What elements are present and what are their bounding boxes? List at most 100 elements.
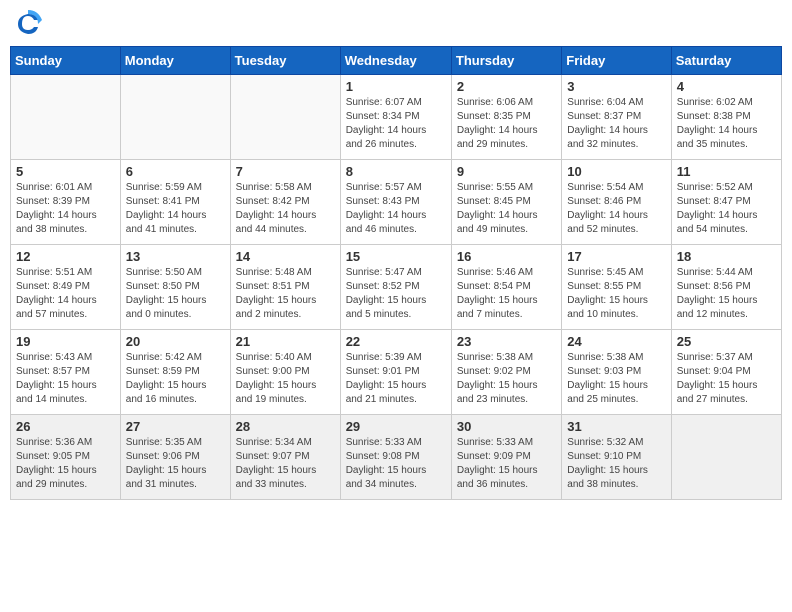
day-number: 5 (16, 164, 115, 179)
day-info: Sunrise: 5:38 AM Sunset: 9:02 PM Dayligh… (457, 351, 556, 407)
calendar-cell (671, 415, 781, 500)
weekday-header-tuesday: Tuesday (230, 47, 340, 75)
day-number: 1 (346, 79, 446, 94)
day-info: Sunrise: 5:58 AM Sunset: 8:42 PM Dayligh… (236, 181, 335, 237)
day-info: Sunrise: 6:02 AM Sunset: 8:38 PM Dayligh… (677, 96, 776, 152)
weekday-header-wednesday: Wednesday (340, 47, 451, 75)
calendar-cell: 26Sunrise: 5:36 AM Sunset: 9:05 PM Dayli… (11, 415, 121, 500)
day-info: Sunrise: 5:35 AM Sunset: 9:06 PM Dayligh… (126, 436, 225, 492)
day-number: 20 (126, 334, 225, 349)
page-header (10, 10, 782, 38)
calendar-cell: 19 Sunrise: 5:43 AM Sunset: 8:57 PM Dayli… (11, 330, 121, 415)
calendar-cell: 31 Sunrise: 5:32 AM Sunset: 9:10 PM Dayli… (562, 415, 671, 500)
day-info: Sunrise: 5:37 AM Sunset: 9:04 PM Dayligh… (677, 351, 776, 407)
day-number: 6 (126, 164, 225, 179)
day-info: Sunrise: 5:42 AM Sunset: 8:59 PM Dayligh… (126, 351, 225, 407)
day-info: Sunrise: 5:48 AM Sunset: 8:51 PM Dayligh… (236, 266, 335, 322)
day-info: Sunrise: 5:59 AM Sunset: 8:41 PM Dayligh… (126, 181, 225, 237)
calendar-cell: 1 Sunrise: 6:07 AM Sunset: 8:34 PM Daylig… (340, 75, 451, 160)
day-number: 22 (346, 334, 446, 349)
calendar-cell: 23 Sunrise: 5:38 AM Sunset: 9:02 PM Dayli… (451, 330, 561, 415)
day-info: Sunrise: 5:33 AM Sunset: 9:09 PM Dayligh… (457, 436, 556, 492)
day-number: 7 (236, 164, 335, 179)
day-number: 18 (677, 249, 776, 264)
day-info: Sunrise: 5:55 AM Sunset: 8:45 PM Dayligh… (457, 181, 556, 237)
day-number: 28 (236, 419, 335, 434)
day-number: 26 (16, 419, 115, 434)
day-number: 14 (236, 249, 335, 264)
calendar-cell: 11 Sunrise: 5:52 AM Sunset: 8:47 PM Dayli… (671, 160, 781, 245)
weekday-header-sunday: Sunday (11, 47, 121, 75)
day-info: Sunrise: 5:33 AM Sunset: 9:08 PM Dayligh… (346, 436, 446, 492)
weekday-header-monday: Monday (120, 47, 230, 75)
day-info: Sunrise: 5:43 AM Sunset: 8:57 PM Dayligh… (16, 351, 115, 407)
day-number: 29 (346, 419, 446, 434)
day-info: Sunrise: 5:39 AM Sunset: 9:01 PM Dayligh… (346, 351, 446, 407)
week-row-1: 1 Sunrise: 6:07 AM Sunset: 8:34 PM Daylig… (11, 75, 782, 160)
day-info: Sunrise: 5:50 AM Sunset: 8:50 PM Dayligh… (126, 266, 225, 322)
day-info: Sunrise: 5:38 AM Sunset: 9:03 PM Dayligh… (567, 351, 665, 407)
day-number: 2 (457, 79, 556, 94)
logo-icon (14, 10, 42, 38)
calendar-cell: 4 Sunrise: 6:02 AM Sunset: 8:38 PM Daylig… (671, 75, 781, 160)
weekday-header-saturday: Saturday (671, 47, 781, 75)
calendar-cell: 14 Sunrise: 5:48 AM Sunset: 8:51 PM Dayli… (230, 245, 340, 330)
day-number: 4 (677, 79, 776, 94)
week-row-2: 5 Sunrise: 6:01 AM Sunset: 8:39 PM Daylig… (11, 160, 782, 245)
calendar-cell: 3Sunrise: 6:04 AM Sunset: 8:37 PM Daylig… (562, 75, 671, 160)
calendar-cell: 12Sunrise: 5:51 AM Sunset: 8:49 PM Dayli… (11, 245, 121, 330)
week-row-5: 26Sunrise: 5:36 AM Sunset: 9:05 PM Dayli… (11, 415, 782, 500)
day-info: Sunrise: 6:07 AM Sunset: 8:34 PM Dayligh… (346, 96, 446, 152)
day-number: 8 (346, 164, 446, 179)
calendar-cell: 22 Sunrise: 5:39 AM Sunset: 9:01 PM Dayli… (340, 330, 451, 415)
calendar-cell: 6 Sunrise: 5:59 AM Sunset: 8:41 PM Daylig… (120, 160, 230, 245)
day-number: 13 (126, 249, 225, 264)
calendar-cell: 2Sunrise: 6:06 AM Sunset: 8:35 PM Daylig… (451, 75, 561, 160)
calendar-cell: 13 Sunrise: 5:50 AM Sunset: 8:50 PM Dayli… (120, 245, 230, 330)
calendar-cell: 30 Sunrise: 5:33 AM Sunset: 9:09 PM Dayli… (451, 415, 561, 500)
day-info: Sunrise: 5:44 AM Sunset: 8:56 PM Dayligh… (677, 266, 776, 322)
logo (14, 10, 46, 38)
calendar-cell: 16Sunrise: 5:46 AM Sunset: 8:54 PM Dayli… (451, 245, 561, 330)
day-info: Sunrise: 5:34 AM Sunset: 9:07 PM Dayligh… (236, 436, 335, 492)
calendar-cell: 24 Sunrise: 5:38 AM Sunset: 9:03 PM Dayli… (562, 330, 671, 415)
calendar-cell (120, 75, 230, 160)
day-number: 12 (16, 249, 115, 264)
calendar-cell (11, 75, 121, 160)
day-number: 17 (567, 249, 665, 264)
calendar-cell: 17Sunrise: 5:45 AM Sunset: 8:55 PM Dayli… (562, 245, 671, 330)
calendar-cell: 10 Sunrise: 5:54 AM Sunset: 8:46 PM Dayli… (562, 160, 671, 245)
day-info: Sunrise: 6:04 AM Sunset: 8:37 PM Dayligh… (567, 96, 665, 152)
day-info: Sunrise: 6:01 AM Sunset: 8:39 PM Dayligh… (16, 181, 115, 237)
calendar-cell: 9 Sunrise: 5:55 AM Sunset: 8:45 PM Daylig… (451, 160, 561, 245)
day-number: 25 (677, 334, 776, 349)
day-number: 11 (677, 164, 776, 179)
weekday-header-thursday: Thursday (451, 47, 561, 75)
day-number: 9 (457, 164, 556, 179)
day-info: Sunrise: 5:40 AM Sunset: 9:00 PM Dayligh… (236, 351, 335, 407)
day-number: 23 (457, 334, 556, 349)
day-number: 31 (567, 419, 665, 434)
day-number: 27 (126, 419, 225, 434)
calendar-cell: 27 Sunrise: 5:35 AM Sunset: 9:06 PM Dayli… (120, 415, 230, 500)
day-info: Sunrise: 5:54 AM Sunset: 8:46 PM Dayligh… (567, 181, 665, 237)
day-info: Sunrise: 5:32 AM Sunset: 9:10 PM Dayligh… (567, 436, 665, 492)
week-row-4: 19 Sunrise: 5:43 AM Sunset: 8:57 PM Dayli… (11, 330, 782, 415)
calendar-cell: 7 Sunrise: 5:58 AM Sunset: 8:42 PM Daylig… (230, 160, 340, 245)
day-info: Sunrise: 5:47 AM Sunset: 8:52 PM Dayligh… (346, 266, 446, 322)
calendar-cell: 15Sunrise: 5:47 AM Sunset: 8:52 PM Dayli… (340, 245, 451, 330)
calendar-cell: 29 Sunrise: 5:33 AM Sunset: 9:08 PM Dayli… (340, 415, 451, 500)
week-row-3: 12Sunrise: 5:51 AM Sunset: 8:49 PM Dayli… (11, 245, 782, 330)
calendar-cell: 18 Sunrise: 5:44 AM Sunset: 8:56 PM Dayli… (671, 245, 781, 330)
day-info: Sunrise: 5:52 AM Sunset: 8:47 PM Dayligh… (677, 181, 776, 237)
day-number: 19 (16, 334, 115, 349)
weekday-header-row: SundayMondayTuesdayWednesdayThursdayFrid… (11, 47, 782, 75)
calendar-cell: 5 Sunrise: 6:01 AM Sunset: 8:39 PM Daylig… (11, 160, 121, 245)
calendar-cell: 20 Sunrise: 5:42 AM Sunset: 8:59 PM Dayli… (120, 330, 230, 415)
day-number: 30 (457, 419, 556, 434)
calendar-cell (230, 75, 340, 160)
day-number: 10 (567, 164, 665, 179)
day-number: 24 (567, 334, 665, 349)
calendar-cell: 21Sunrise: 5:40 AM Sunset: 9:00 PM Dayli… (230, 330, 340, 415)
day-number: 16 (457, 249, 556, 264)
